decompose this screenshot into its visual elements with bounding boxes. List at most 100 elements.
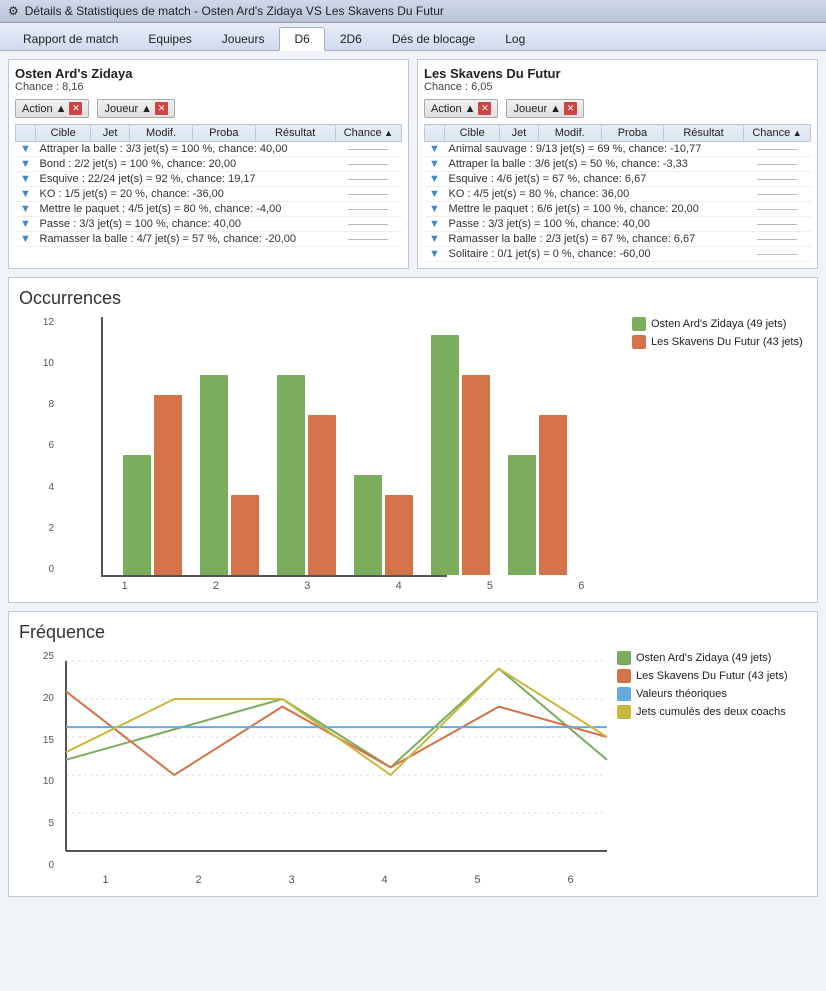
x-label: 2 bbox=[170, 580, 261, 592]
right-action-filter[interactable]: Action ▲ ✕ bbox=[424, 99, 498, 118]
nav-tab-equipes[interactable]: Equipes bbox=[133, 27, 206, 50]
right-col-chance[interactable]: Chance bbox=[744, 125, 811, 142]
bar-green bbox=[123, 455, 151, 575]
bar-group bbox=[354, 475, 413, 575]
frequence-chart-wrap: 0510152025 123456 Osten Ard's Zidaya (49… bbox=[19, 651, 807, 886]
right-col-proba[interactable]: Proba bbox=[601, 125, 663, 142]
table-row: ▼ KO : 1/5 jet(s) = 20 %, chance: -36,00 bbox=[16, 187, 402, 202]
row-text: Ramasser la balle : 2/3 jet(s) = 67 %, c… bbox=[445, 232, 744, 247]
right-col-expand bbox=[425, 125, 445, 142]
left-col-jet[interactable]: Jet bbox=[91, 125, 129, 142]
freq-x-label: 3 bbox=[245, 874, 338, 886]
row-chevron[interactable]: ▼ bbox=[425, 157, 445, 172]
bar-group bbox=[200, 375, 259, 575]
row-chevron[interactable]: ▼ bbox=[16, 142, 36, 157]
row-chevron[interactable]: ▼ bbox=[425, 142, 445, 157]
right-col-jet[interactable]: Jet bbox=[500, 125, 538, 142]
freq-legend-color-box bbox=[617, 687, 631, 701]
left-stats-table: Cible Jet Modif. Proba Résultat Chance ▼… bbox=[15, 124, 402, 247]
table-row: ▼ Bond : 2/2 jet(s) = 100 %, chance: 20,… bbox=[16, 157, 402, 172]
left-action-filter[interactable]: Action ▲ ✕ bbox=[15, 99, 89, 118]
nav-tab-d6[interactable]: D6 bbox=[279, 27, 324, 51]
nav-tab-log[interactable]: Log bbox=[490, 27, 540, 50]
bar-orange bbox=[154, 395, 182, 575]
row-text: Passe : 3/3 jet(s) = 100 %, chance: 40,0… bbox=[36, 217, 336, 232]
main-content: Osten Ard's Zidaya Chance : 8,16 Action … bbox=[0, 51, 826, 913]
y-label: 0 bbox=[19, 564, 54, 575]
y-label: 4 bbox=[19, 482, 54, 493]
frequence-svg bbox=[61, 651, 612, 871]
row-chevron[interactable]: ▼ bbox=[16, 217, 36, 232]
row-separator-cell bbox=[335, 187, 401, 202]
table-row: ▼ Passe : 3/3 jet(s) = 100 %, chance: 40… bbox=[425, 217, 811, 232]
nav-tab-rapport-de-match[interactable]: Rapport de match bbox=[8, 27, 133, 50]
right-filter-row: Action ▲ ✕ Joueur ▲ ✕ bbox=[424, 99, 811, 118]
right-joueur-close[interactable]: ✕ bbox=[564, 102, 577, 115]
occurrences-y-axis: 024681012 bbox=[19, 317, 54, 577]
left-joueur-filter[interactable]: Joueur ▲ ✕ bbox=[97, 99, 175, 118]
freq-y-label: 0 bbox=[19, 860, 54, 871]
row-text: KO : 1/5 jet(s) = 20 %, chance: -36,00 bbox=[36, 187, 336, 202]
row-text: Esquive : 4/6 jet(s) = 67 %, chance: 6,6… bbox=[445, 172, 744, 187]
table-row: ▼ Passe : 3/3 jet(s) = 100 %, chance: 40… bbox=[16, 217, 402, 232]
freq-y-label: 15 bbox=[19, 735, 54, 746]
bar-green bbox=[508, 455, 536, 575]
legend-color-box bbox=[632, 317, 646, 331]
table-row: ▼ Ramasser la balle : 2/3 jet(s) = 67 %,… bbox=[425, 232, 811, 247]
left-col-proba[interactable]: Proba bbox=[193, 125, 255, 142]
frequence-title: Fréquence bbox=[19, 622, 807, 643]
nav-tab-joueurs[interactable]: Joueurs bbox=[207, 27, 280, 50]
right-col-resultat[interactable]: Résultat bbox=[664, 125, 744, 142]
left-col-modif[interactable]: Modif. bbox=[129, 125, 192, 142]
left-joueur-label: Joueur bbox=[104, 103, 138, 115]
row-separator-cell bbox=[744, 172, 811, 187]
frequence-x-axis: 123456 bbox=[59, 871, 617, 886]
nav-bar: Rapport de matchEquipesJoueursD62D6Dés d… bbox=[0, 23, 826, 51]
table-row: ▼ Ramasser la balle : 4/7 jet(s) = 57 %,… bbox=[16, 232, 402, 247]
nav-tab-dés-de-blocage[interactable]: Dés de blocage bbox=[377, 27, 490, 50]
right-col-modif[interactable]: Modif. bbox=[538, 125, 601, 142]
row-text: Bond : 2/2 jet(s) = 100 %, chance: 20,00 bbox=[36, 157, 336, 172]
team-panels: Osten Ard's Zidaya Chance : 8,16 Action … bbox=[8, 59, 818, 269]
table-row: ▼ Esquive : 4/6 jet(s) = 67 %, chance: 6… bbox=[425, 172, 811, 187]
left-col-cible[interactable]: Cible bbox=[36, 125, 91, 142]
row-chevron[interactable]: ▼ bbox=[425, 187, 445, 202]
row-chevron[interactable]: ▼ bbox=[425, 247, 445, 262]
left-action-sort-icon: ▲ bbox=[56, 103, 67, 115]
row-text: Attraper la balle : 3/3 jet(s) = 100 %, … bbox=[36, 142, 336, 157]
left-col-chance[interactable]: Chance bbox=[335, 125, 401, 142]
left-action-close[interactable]: ✕ bbox=[69, 102, 82, 115]
left-col-resultat[interactable]: Résultat bbox=[255, 125, 335, 142]
row-chevron[interactable]: ▼ bbox=[425, 172, 445, 187]
freq-legend-item: Les Skavens Du Futur (43 jets) bbox=[617, 669, 807, 683]
right-joueur-filter[interactable]: Joueur ▲ ✕ bbox=[506, 99, 584, 118]
row-text: Ramasser la balle : 4/7 jet(s) = 57 %, c… bbox=[36, 232, 336, 247]
right-col-cible[interactable]: Cible bbox=[445, 125, 500, 142]
right-action-close[interactable]: ✕ bbox=[478, 102, 491, 115]
bar-orange bbox=[539, 415, 567, 575]
freq-y-label: 10 bbox=[19, 776, 54, 787]
nav-tab-2d6[interactable]: 2D6 bbox=[325, 27, 377, 50]
right-stats-table: Cible Jet Modif. Proba Résultat Chance ▼… bbox=[424, 124, 811, 262]
row-separator-cell bbox=[744, 142, 811, 157]
row-separator-cell bbox=[335, 217, 401, 232]
row-chevron[interactable]: ▼ bbox=[425, 202, 445, 217]
y-label: 10 bbox=[19, 358, 54, 369]
row-chevron[interactable]: ▼ bbox=[425, 232, 445, 247]
row-chevron[interactable]: ▼ bbox=[425, 217, 445, 232]
right-action-sort-icon: ▲ bbox=[465, 103, 476, 115]
left-joueur-close[interactable]: ✕ bbox=[155, 102, 168, 115]
bar-group bbox=[123, 395, 182, 575]
row-chevron[interactable]: ▼ bbox=[16, 232, 36, 247]
row-text: Animal sauvage : 9/13 jet(s) = 69 %, cha… bbox=[445, 142, 744, 157]
row-chevron[interactable]: ▼ bbox=[16, 202, 36, 217]
row-chevron[interactable]: ▼ bbox=[16, 157, 36, 172]
freq-legend-label: Osten Ard's Zidaya (49 jets) bbox=[636, 652, 771, 664]
table-row: ▼ Mettre le paquet : 6/6 jet(s) = 100 %,… bbox=[425, 202, 811, 217]
left-team-panel: Osten Ard's Zidaya Chance : 8,16 Action … bbox=[8, 59, 409, 269]
left-col-expand bbox=[16, 125, 36, 142]
legend-item: Osten Ard's Zidaya (49 jets) bbox=[632, 317, 807, 331]
row-chevron[interactable]: ▼ bbox=[16, 187, 36, 202]
occurrences-legend: Osten Ard's Zidaya (49 jets) Les Skavens… bbox=[632, 317, 807, 353]
row-chevron[interactable]: ▼ bbox=[16, 172, 36, 187]
